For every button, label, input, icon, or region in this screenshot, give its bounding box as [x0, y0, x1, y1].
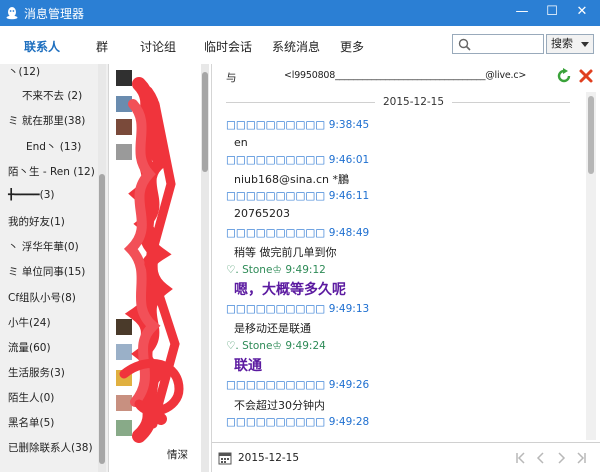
- chevron-down-icon: [581, 42, 589, 47]
- group-item[interactable]: 已删除联系人(38): [8, 440, 93, 455]
- scrollbar-thumb[interactable]: [202, 72, 208, 172]
- scrollbar-thumb[interactable]: [588, 96, 594, 174]
- chat-history-pane: 与 <l9950808_____________________________…: [212, 64, 600, 473]
- message-body: niub168@sina.cn *鵬: [234, 173, 349, 186]
- refresh-icon[interactable]: [556, 68, 572, 84]
- group-item[interactable]: 不来不去 (2): [22, 88, 82, 103]
- message-header: □□□□□□□□□□ 9:49:26: [226, 378, 369, 391]
- message-sender: □□□□□□□□□□: [226, 416, 326, 428]
- chat-with-label: 与: [226, 72, 237, 84]
- message-body: en: [234, 136, 248, 149]
- group-item[interactable]: 生活服务(3): [8, 365, 65, 380]
- message-body: 不会超过30分钟内: [234, 399, 325, 412]
- group-item[interactable]: 丶(12): [8, 64, 40, 79]
- tab-discussion[interactable]: 讨论组: [140, 38, 176, 55]
- tab-contacts[interactable]: 联系人: [24, 38, 60, 55]
- group-item[interactable]: Cf组队小号(8): [8, 290, 76, 305]
- group-item[interactable]: 陌丶生 - Ren (12): [8, 164, 95, 179]
- message-body: 嗯，大概等多久呢: [234, 282, 346, 298]
- message-time: 9:49:28: [328, 416, 370, 428]
- message-sender: □□□□□□□□□□: [226, 119, 326, 131]
- message-header: □□□□□□□□□□ 9:48:49: [226, 226, 369, 239]
- calendar-icon[interactable]: [218, 451, 232, 465]
- message-sender: □□□□□□□□□□: [226, 154, 326, 166]
- date-separator-label: 2015-12-15: [375, 96, 453, 108]
- message-time: 9:38:45: [328, 119, 370, 131]
- search-box[interactable]: [452, 34, 545, 54]
- window-title: 消息管理器: [24, 7, 85, 21]
- message-sender: □□□□□□□□□□: [226, 227, 326, 239]
- message-header: □□□□□□□□□□ 9:49:13: [226, 302, 369, 315]
- message-header: □□□□□□□□□□ 9:38:45: [226, 118, 369, 131]
- message-time: 9:46:01: [328, 154, 370, 166]
- message-header: ♡. Stone♔ 9:49:24: [226, 339, 326, 352]
- message-header: □□□□□□□□□□ 9:49:28: [226, 415, 369, 428]
- tab-bar: 联系人 群 讨论组 临时会话 系统消息 更多 搜索: [0, 26, 600, 65]
- group-item[interactable]: 我的好友(1): [8, 214, 65, 229]
- message-time: 9:49:13: [328, 303, 370, 315]
- message-header: □□□□□□□□□□ 9:46:11: [226, 189, 369, 202]
- delete-icon[interactable]: [578, 68, 594, 84]
- message-body: 稍等 做完前几单到你: [234, 246, 337, 259]
- chat-footer: 2015-12-15: [212, 442, 600, 473]
- group-item[interactable]: 小牛(24): [8, 315, 51, 330]
- first-page-icon[interactable]: [514, 451, 528, 465]
- next-page-icon[interactable]: [554, 451, 568, 465]
- message-header: □□□□□□□□□□ 9:46:01: [226, 153, 369, 166]
- group-item[interactable]: 流量(60): [8, 340, 51, 355]
- group-item[interactable]: End丶 (13): [26, 139, 81, 154]
- selected-date[interactable]: 2015-12-15: [238, 452, 299, 464]
- scrollbar-thumb[interactable]: [99, 174, 105, 464]
- group-list-scrollbar[interactable]: [98, 64, 106, 472]
- previous-page-icon[interactable]: [534, 451, 548, 465]
- message-sender: □□□□□□□□□□: [226, 379, 326, 391]
- message-sender: □□□□□□□□□□: [226, 190, 326, 202]
- message-header: ♡. Stone♔ 9:49:12: [226, 263, 326, 276]
- tab-system-messages[interactable]: 系统消息: [272, 38, 320, 55]
- search-input[interactable]: [475, 37, 545, 53]
- close-button[interactable]: ✕: [568, 0, 596, 26]
- message-time: 9:49:26: [328, 379, 370, 391]
- message-sender: ♡. Stone♔: [226, 264, 282, 276]
- search-button[interactable]: 搜索: [546, 34, 594, 54]
- message-time: 9:49:24: [285, 340, 326, 352]
- message-body: 是移动还是联通: [234, 322, 311, 335]
- date-separator: 2015-12-15: [226, 96, 570, 108]
- message-sender: □□□□□□□□□□: [226, 303, 326, 315]
- contact-list: 情深: [109, 64, 212, 472]
- message-time: 9:49:12: [285, 264, 326, 276]
- group-item[interactable]: 丶 浮华年華(0): [8, 239, 79, 254]
- contact-group-list: 丶(12) 不来不去 (2) ミ 就在那里(38) End丶 (13) 陌丶生 …: [0, 64, 109, 472]
- search-icon: [458, 38, 471, 51]
- group-item[interactable]: ミ 单位同事(15): [8, 264, 85, 279]
- message-body: 20765203: [234, 207, 290, 220]
- redaction-scribble: [119, 77, 184, 443]
- group-item[interactable]: ミ 就在那里(38): [8, 113, 85, 128]
- tab-groups[interactable]: 群: [96, 38, 108, 55]
- maximize-button[interactable]: ☐: [538, 0, 566, 26]
- message-sender: ♡. Stone♔: [226, 340, 282, 352]
- tab-temp-session[interactable]: 临时会话: [204, 38, 252, 55]
- group-item[interactable]: 黑名单(5): [8, 415, 54, 430]
- title-bar: 消息管理器 — ☐ ✕: [0, 0, 600, 26]
- message-body: 联通: [234, 358, 262, 374]
- contact-list-scrollbar[interactable]: [201, 64, 209, 472]
- last-page-icon[interactable]: [574, 451, 588, 465]
- minimize-button[interactable]: —: [508, 0, 536, 26]
- chat-header: 与 <l9950808_____________________________…: [212, 64, 600, 88]
- chat-scrollbar[interactable]: [586, 92, 596, 440]
- search-button-label: 搜索: [551, 37, 573, 50]
- group-item[interactable]: 陌生人(0): [8, 390, 54, 405]
- tab-more[interactable]: 更多: [340, 38, 364, 55]
- message-time: 9:48:49: [328, 227, 370, 239]
- group-item[interactable]: ╋━━━━(3): [8, 189, 54, 201]
- message-time: 9:46:11: [328, 190, 370, 202]
- chat-contact-address: <l9950808_______________________________…: [284, 70, 527, 81]
- qq-penguin-icon: [6, 7, 18, 20]
